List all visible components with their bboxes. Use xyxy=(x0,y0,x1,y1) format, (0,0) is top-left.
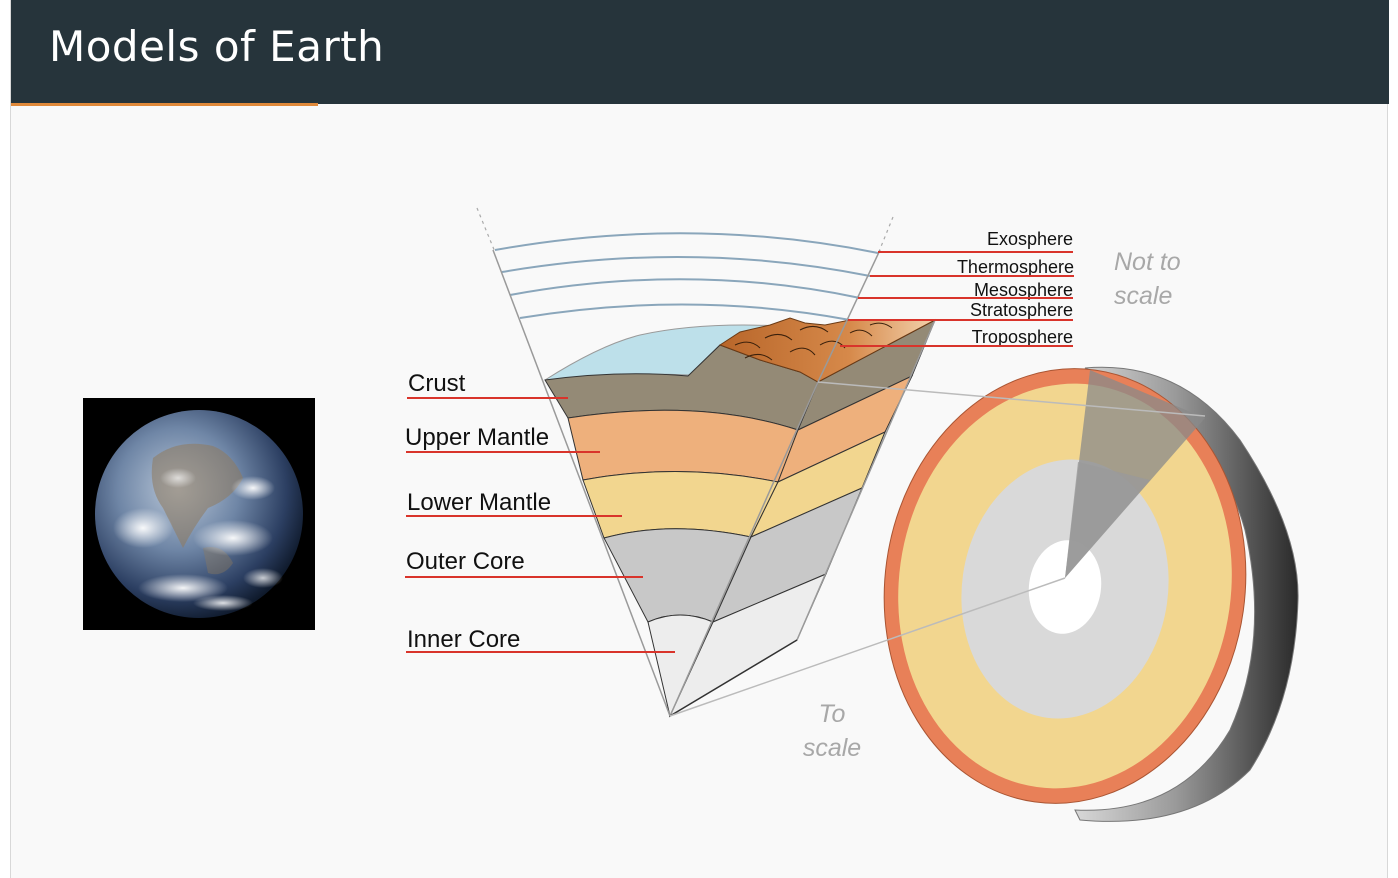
label-upper-mantle: Upper Mantle xyxy=(405,424,549,451)
label-lower-mantle: Lower Mantle xyxy=(407,489,551,516)
label-stratosphere: Stratosphere xyxy=(970,300,1073,320)
label-outer-core: Outer Core xyxy=(406,548,525,575)
note-not-to-scale-1: Not to xyxy=(1114,248,1181,276)
note-not-to-scale-2: scale xyxy=(1114,282,1172,310)
label-inner-core: Inner Core xyxy=(407,626,520,653)
note-to-scale-1: To xyxy=(819,700,846,728)
lower-mantle-layer xyxy=(582,470,779,539)
wedge-dashed-right xyxy=(877,216,894,255)
label-exosphere: Exosphere xyxy=(987,229,1073,249)
atmosphere-arcs xyxy=(494,232,879,321)
label-troposphere: Troposphere xyxy=(972,327,1073,347)
wedge-dashed-left xyxy=(476,207,496,253)
note-to-scale-2: scale xyxy=(803,734,861,762)
earth-layers-diagram: Crust Upper Mantle Lower Mantle Outer Co… xyxy=(405,207,1299,822)
label-crust: Crust xyxy=(408,370,466,397)
label-thermosphere: Thermosphere xyxy=(957,257,1074,277)
